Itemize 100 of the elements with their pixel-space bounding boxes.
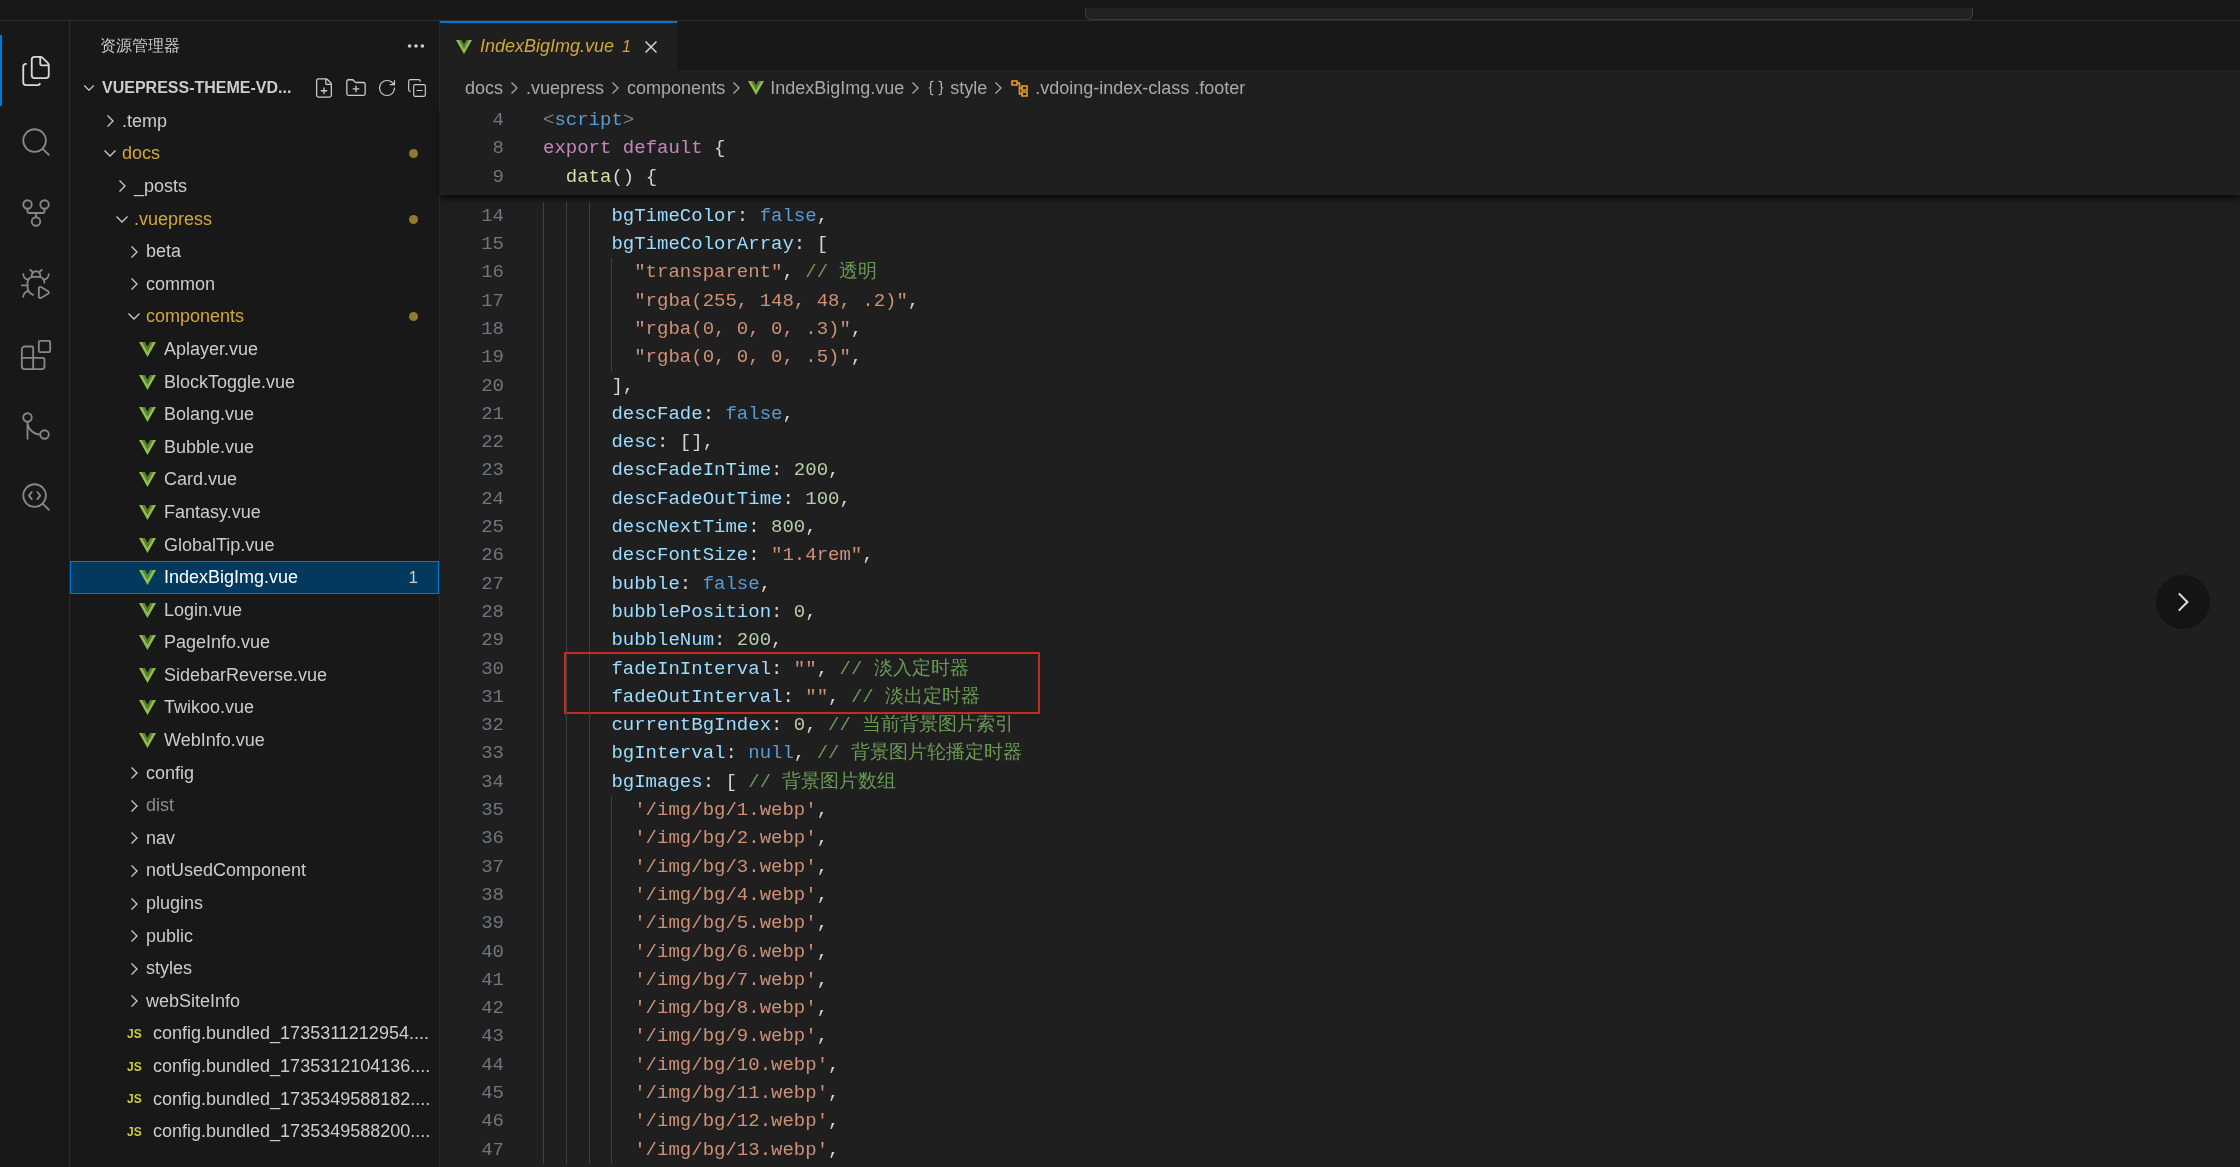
line-number: 47 — [480, 1137, 504, 1163]
file-item[interactable]: JS config.bundled_1735312104136.... — [70, 1050, 439, 1083]
vue-file-icon — [456, 39, 472, 54]
vue-file-icon — [139, 537, 156, 553]
file-item[interactable]: GlobalTip.vue — [70, 528, 439, 562]
problem-count: 1 — [622, 36, 631, 57]
chevron-down-icon — [104, 150, 116, 158]
line-number: 32 — [480, 713, 504, 739]
folder-item[interactable]: dist — [70, 789, 439, 823]
chevron-right-icon — [130, 864, 138, 877]
line-number: 18 — [480, 317, 504, 342]
chevron-right-icon — [130, 245, 138, 258]
js-file-icon: JS — [127, 1057, 147, 1076]
line-number: 35 — [480, 798, 504, 824]
vue-file-icon — [748, 81, 765, 95]
code-line: bgImages: [ // 背景图片数组 — [610, 769, 897, 795]
chevron-right-icon — [130, 832, 138, 845]
js-file-icon: JS — [127, 1024, 147, 1043]
folder-item[interactable]: _posts — [70, 170, 439, 203]
file-item[interactable]: PageInfo.vue — [70, 626, 439, 660]
line-number: 14 — [480, 203, 504, 229]
file-item[interactable]: JS config.bundled_1735349588200.... — [70, 1115, 439, 1148]
class-icon — [1010, 79, 1031, 97]
code-line: data() { — [564, 164, 658, 190]
line-number: 29 — [480, 628, 504, 654]
folder-item[interactable]: docs — [70, 137, 439, 171]
breadcrumb-item[interactable]: style — [950, 74, 988, 102]
line-number: 40 — [480, 939, 504, 965]
chevron-right-icon — [130, 897, 138, 910]
breadcrumb-item[interactable]: .vdoing-index-class .footer — [1035, 74, 1246, 102]
breadcrumb-item[interactable]: docs — [465, 74, 504, 102]
breadcrumb-item[interactable]: IndexBigImg.vue — [770, 74, 905, 102]
file-item[interactable]: IndexBigImg.vue 1 — [70, 561, 439, 594]
file-item[interactable]: Twikoo.vue — [70, 691, 439, 725]
folder-item[interactable]: .temp — [70, 105, 439, 138]
file-item[interactable]: SidebarReverse.vue — [70, 659, 439, 692]
folder-item[interactable]: webSiteInfo — [70, 985, 439, 1018]
folder-item[interactable]: nav — [70, 822, 439, 855]
folder-item[interactable]: styles — [70, 952, 439, 986]
code-line: descFade: false, — [610, 401, 794, 427]
code-line: "rgba(255, 148, 48, .2)", — [633, 288, 920, 314]
file-item[interactable]: Card.vue — [70, 463, 439, 497]
folder-item[interactable]: common — [70, 267, 439, 301]
problem-count: 1 — [408, 566, 418, 589]
file-item[interactable]: Bolang.vue — [70, 398, 439, 431]
vue-file-icon — [139, 733, 156, 749]
file-item[interactable]: Login.vue — [70, 593, 439, 627]
folder-item[interactable]: plugins — [70, 887, 439, 920]
line-number: 37 — [480, 854, 504, 880]
code-line: fadeOutInterval: "", // 淡出定时器 — [610, 684, 981, 710]
line-number: 15 — [480, 232, 504, 258]
chevron-right-icon — [612, 82, 620, 94]
chevron-right-icon — [995, 82, 1003, 94]
code-line: "rgba(0, 0, 0, .3)", — [633, 317, 863, 342]
code-line: bgTimeColorArray: [ — [610, 232, 829, 258]
line-number: 24 — [480, 486, 504, 512]
file-item[interactable]: JS config.bundled_1735311212954.... — [70, 1017, 439, 1051]
line-number: 4 — [491, 107, 504, 133]
breadcrumb-item[interactable]: .vuepress — [526, 74, 605, 102]
file-item[interactable]: BlockToggle.vue — [70, 365, 439, 399]
folder-item[interactable]: config — [70, 756, 439, 790]
new-file-icon[interactable] — [313, 77, 335, 99]
file-item[interactable]: Bubble.vue — [70, 430, 439, 464]
editor-tab[interactable]: IndexBigImg.vue 1 — [440, 21, 677, 70]
folder-item[interactable]: beta — [70, 235, 439, 268]
braces-icon — [927, 79, 946, 97]
project-title[interactable]: VUEPRESS-THEME-VD... — [102, 76, 292, 100]
code-line: ], — [610, 373, 635, 399]
line-number: 42 — [480, 996, 504, 1022]
collapse-icon[interactable] — [407, 78, 427, 98]
folder-item[interactable]: components — [70, 300, 439, 334]
folder-item[interactable]: notUsedComponent — [70, 854, 439, 888]
line-number: 39 — [480, 911, 504, 937]
refresh-icon[interactable] — [377, 78, 397, 98]
code-line: '/img/bg/1.webp', — [633, 798, 829, 824]
line-number: 23 — [480, 458, 504, 484]
code-line: bubble: false, — [610, 571, 772, 597]
line-number: 16 — [480, 260, 504, 286]
folder-item[interactable]: .vuepress — [70, 202, 439, 236]
js-file-icon: JS — [127, 1122, 147, 1141]
file-item[interactable]: Aplayer.vue — [70, 333, 439, 366]
chevron-right-icon — [2177, 592, 2189, 612]
line-number: 31 — [480, 684, 504, 710]
vue-file-icon — [139, 570, 156, 586]
code-line: '/img/bg/8.webp', — [633, 996, 829, 1022]
file-item[interactable]: JS config.bundled_1735349588182.... — [70, 1082, 439, 1116]
code-line: '/img/bg/10.webp', — [633, 1052, 840, 1078]
breadcrumb-item[interactable]: components — [627, 74, 726, 102]
vue-file-icon — [139, 602, 156, 618]
file-item[interactable]: Fantasy.vue — [70, 496, 439, 529]
file-item[interactable]: WebInfo.vue — [70, 724, 439, 757]
code-line: '/img/bg/4.webp', — [633, 882, 829, 908]
line-number: 26 — [480, 543, 504, 569]
code-line: bgInterval: null, // 背景图片轮播定时器 — [610, 741, 1022, 767]
new-folder-icon[interactable] — [345, 77, 367, 99]
folder-item[interactable]: public — [70, 919, 439, 953]
chevron-right-icon — [130, 962, 138, 975]
chevron-right-icon — [733, 82, 741, 94]
line-number: 8 — [491, 136, 504, 162]
vue-file-icon — [139, 700, 156, 716]
